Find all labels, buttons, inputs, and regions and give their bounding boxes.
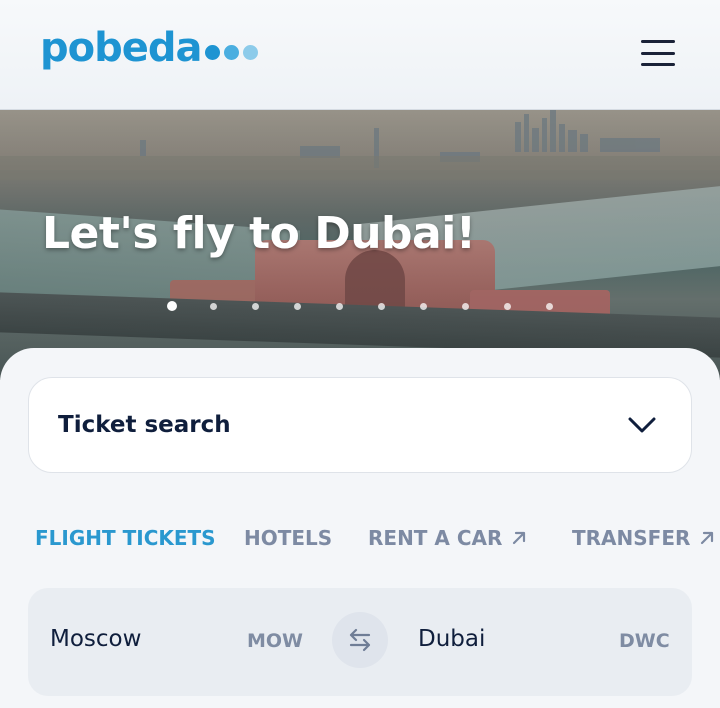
carousel-dot[interactable] xyxy=(167,301,177,311)
tab-transfer[interactable]: TRANSFER xyxy=(572,526,716,550)
carousel-dot[interactable] xyxy=(504,303,511,310)
carousel-dot[interactable] xyxy=(294,303,301,310)
tab-flight-tickets[interactable]: FLIGHT TICKETS xyxy=(35,526,216,550)
carousel-dot[interactable] xyxy=(252,303,259,310)
search-card: Ticket search FLIGHT TICKETS HOTELS RENT… xyxy=(0,348,720,708)
hero-title: Let's fly to Dubai! xyxy=(42,208,476,259)
ticket-search-label: Ticket search xyxy=(58,412,231,438)
origin-code: MOW xyxy=(247,630,304,652)
ticket-search-dropdown[interactable]: Ticket search xyxy=(28,377,692,473)
carousel-dot[interactable] xyxy=(420,303,427,310)
carousel-dot[interactable] xyxy=(546,303,553,310)
carousel-dot[interactable] xyxy=(378,303,385,310)
swap-arrows-icon xyxy=(349,628,371,652)
route-selector: Moscow MOW Dubai DWC xyxy=(28,588,692,696)
carousel-dot[interactable] xyxy=(336,303,343,310)
service-tabs: FLIGHT TICKETS HOTELS RENT A CAR TRANSFE… xyxy=(0,524,720,554)
carousel-dot[interactable] xyxy=(210,303,217,310)
arrow-up-right-icon xyxy=(513,531,526,545)
chevron-down-icon xyxy=(628,417,656,433)
swap-button[interactable] xyxy=(332,612,388,668)
destination-city-field[interactable]: Dubai xyxy=(418,626,485,652)
logo-dots xyxy=(204,44,258,60)
tab-hotels[interactable]: HOTELS xyxy=(244,526,332,550)
logo-text: pobeda xyxy=(40,25,202,71)
hero-banner[interactable]: Let's fly to Dubai! xyxy=(0,110,720,380)
header: pobeda xyxy=(0,0,720,110)
destination-code: DWC xyxy=(619,630,670,652)
pobeda-logo[interactable]: pobeda xyxy=(40,28,258,68)
carousel-dots xyxy=(160,301,560,313)
origin-city-field[interactable]: Moscow xyxy=(50,626,141,652)
hamburger-menu-icon[interactable] xyxy=(638,36,678,70)
arrow-up-right-icon xyxy=(701,531,714,545)
carousel-dot[interactable] xyxy=(462,303,469,310)
tab-rent-a-car[interactable]: RENT A CAR xyxy=(368,526,528,550)
